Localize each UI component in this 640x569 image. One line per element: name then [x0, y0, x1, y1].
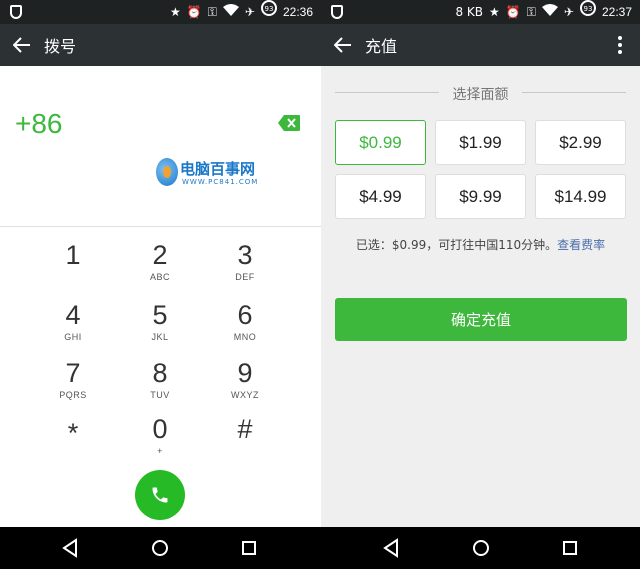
key-star[interactable]: * — [38, 418, 108, 468]
battery-icon: 93 — [579, 0, 596, 24]
section-title-text: 选择面额 — [442, 87, 519, 103]
backspace-icon[interactable] — [277, 114, 301, 132]
key-2[interactable]: 2 ABC — [125, 240, 195, 290]
page-title: 充值 — [365, 37, 398, 56]
watermark-url: WWW.PC841.COM — [182, 178, 259, 186]
more-options-icon[interactable] — [608, 24, 632, 66]
airplane-icon: ✈ — [563, 5, 574, 19]
page-title: 拨号 — [44, 37, 77, 56]
phone-icon — [152, 487, 168, 503]
amount-option[interactable]: $2.99 — [535, 120, 626, 165]
wifi-icon — [222, 0, 239, 24]
app-bar: 充值 — [321, 24, 640, 66]
key-5[interactable]: 5 JKL — [125, 300, 195, 350]
nav-home-icon[interactable] — [470, 537, 492, 559]
wifi-icon — [541, 0, 558, 24]
amount-option[interactable]: $1.99 — [435, 120, 526, 165]
key-9[interactable]: 9 WXYZ — [210, 358, 280, 408]
amount-option[interactable]: $4.99 — [335, 174, 426, 219]
nav-recent-icon[interactable] — [238, 537, 260, 559]
dialed-number[interactable]: +86 — [15, 108, 63, 140]
nav-bar — [0, 527, 321, 569]
back-arrow-icon[interactable] — [321, 24, 365, 66]
divider — [0, 226, 321, 227]
nav-back-icon[interactable] — [381, 537, 403, 559]
recharge-screen: 8 KB ★ ⏰ ⚿ ✈ 93 22:37 充值 选择面额 $0.99 $1.9… — [321, 0, 640, 569]
view-rates-link[interactable]: 查看费率 — [557, 238, 605, 252]
key-0[interactable]: 0 + — [125, 414, 195, 464]
brand-logo-icon — [156, 158, 178, 186]
key-hash[interactable]: # — [210, 414, 280, 464]
status-bar: ★ ⏰ ⚿ ✈ 93 22:36 — [0, 0, 321, 24]
confirm-recharge-button[interactable]: 确定充值 — [335, 298, 627, 341]
network-speed: 8 KB — [455, 5, 484, 19]
key-1[interactable]: 1 — [38, 240, 108, 290]
star-icon: ★ — [170, 5, 181, 19]
amount-option[interactable]: $14.99 — [535, 174, 626, 219]
key-icon: ⚿ — [526, 5, 536, 19]
dialer-screen: ★ ⏰ ⚿ ✈ 93 22:36 拨号 +86 电脑百事网 WWW.PC841.… — [0, 0, 321, 569]
key-3[interactable]: 3 DEF — [210, 240, 280, 290]
alarm-icon: ⏰ — [186, 5, 202, 19]
key-7[interactable]: 7 PQRS — [38, 358, 108, 408]
shield-icon — [10, 5, 22, 19]
watermark-brand: 电脑百事网 — [180, 160, 256, 178]
battery-icon: 93 — [260, 0, 277, 24]
key-icon: ⚿ — [207, 5, 217, 19]
selected-text: 已选：$0.99，可打往中国110分钟。 — [355, 238, 558, 252]
status-time: 22:36 — [282, 5, 313, 19]
nav-back-icon[interactable] — [60, 537, 82, 559]
app-bar: 拨号 — [0, 24, 321, 66]
amount-option-selected[interactable]: $0.99 — [335, 120, 426, 165]
back-arrow-icon[interactable] — [0, 24, 44, 66]
nav-bar — [321, 527, 640, 569]
star-icon: ★ — [489, 5, 500, 19]
watermark-logo: 电脑百事网 WWW.PC841.COM — [152, 156, 272, 190]
nav-home-icon[interactable] — [149, 537, 171, 559]
svg-text:93: 93 — [584, 5, 593, 13]
svg-text:93: 93 — [265, 5, 274, 13]
amount-option[interactable]: $9.99 — [435, 174, 526, 219]
key-4[interactable]: 4 GHI — [38, 300, 108, 350]
selected-info: 已选：$0.99，可打往中国110分钟。查看费率 — [321, 236, 640, 253]
alarm-icon: ⏰ — [505, 5, 521, 19]
airplane-icon: ✈ — [244, 5, 255, 19]
nav-recent-icon[interactable] — [559, 537, 581, 559]
key-8[interactable]: 8 TUV — [125, 358, 195, 408]
status-time: 22:37 — [601, 5, 632, 19]
shield-icon — [331, 5, 343, 19]
section-title: 选择面额 — [335, 82, 626, 104]
key-6[interactable]: 6 MNO — [210, 300, 280, 350]
call-button[interactable] — [135, 470, 185, 520]
status-bar: 8 KB ★ ⏰ ⚿ ✈ 93 22:37 — [321, 0, 640, 24]
